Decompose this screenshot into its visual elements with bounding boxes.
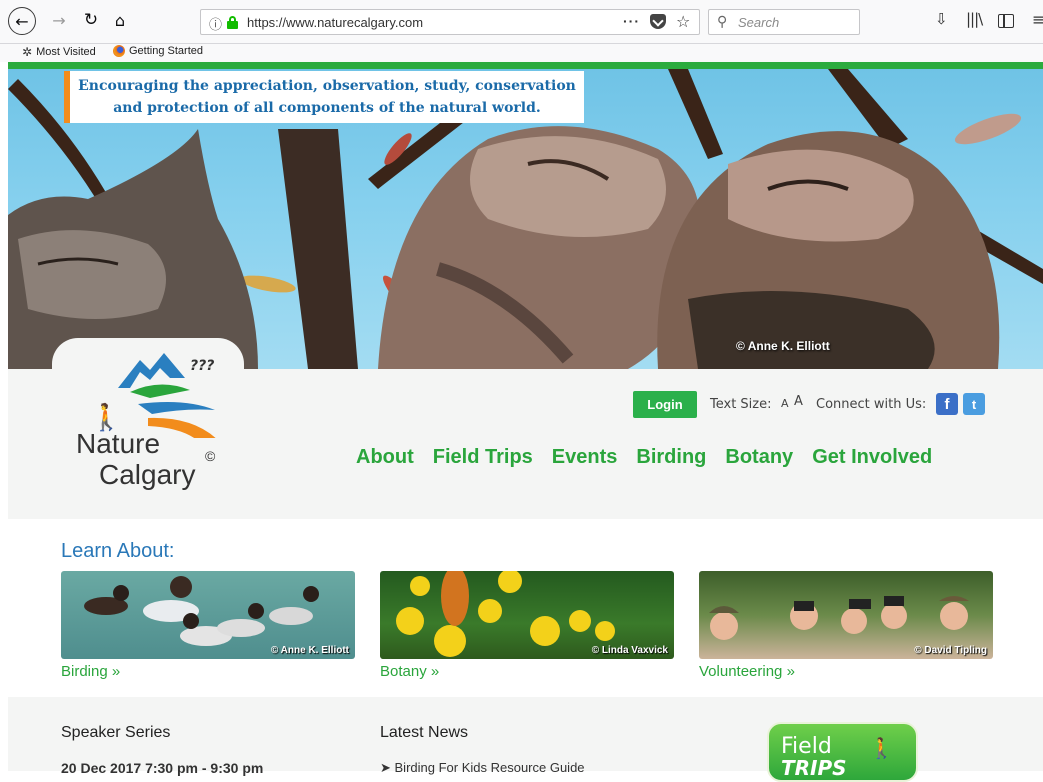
bookmark-star-icon[interactable]: ☆ xyxy=(676,12,690,31)
library-icon[interactable]: |||\ xyxy=(966,10,983,28)
botany-photo-credit: © Linda Vaxvick xyxy=(591,645,668,656)
downloads-icon[interactable]: ⇩ xyxy=(935,10,948,28)
page-left-edge xyxy=(0,62,8,771)
nav-events[interactable]: Events xyxy=(552,446,618,469)
home-icon: ⌂ xyxy=(114,10,126,30)
connect-label: Connect with Us: xyxy=(816,397,927,412)
back-arrow-icon: ← xyxy=(15,11,29,31)
nav-botany[interactable]: Botany xyxy=(725,446,793,469)
botany-thumbnail[interactable]: © Linda Vaxvick xyxy=(380,571,674,659)
bookmark-label: Most Visited xyxy=(36,46,96,58)
search-input[interactable]: ⚲ Search xyxy=(708,9,860,35)
browser-toolbar: ← → ↻ ⌂ ⓘ https://www.naturecalgary.com … xyxy=(0,0,1043,44)
site-tagline: Encouraging the appreciation, observatio… xyxy=(64,71,584,123)
nav-get-involved[interactable]: Get Involved xyxy=(812,446,932,469)
pocket-icon[interactable] xyxy=(650,14,666,29)
latest-news-title: Latest News xyxy=(380,724,469,741)
gear-icon: ✲ xyxy=(22,45,33,59)
url-bar[interactable]: ⓘ https://www.naturecalgary.com ··· ☆ xyxy=(200,9,700,35)
birding-thumbnail[interactable]: © Anne K. Elliott xyxy=(61,571,355,659)
news-item[interactable]: ➤ Birding For Kids Resource Guide xyxy=(380,760,585,776)
back-button[interactable]: ← xyxy=(8,7,36,35)
hero-image: Encouraging the appreciation, observatio… xyxy=(8,69,1043,369)
volunteering-link[interactable]: Volunteering » xyxy=(699,663,795,680)
tagline-line1: Encouraging the appreciation, observatio… xyxy=(78,78,576,94)
reload-icon: ↻ xyxy=(83,10,99,30)
hiker-icon: 🚶 xyxy=(869,736,894,760)
volunteering-photo-credit: © David Tipling xyxy=(914,645,987,656)
search-placeholder: Search xyxy=(738,15,780,30)
search-icon: ⚲ xyxy=(717,14,728,30)
top-accent-bar xyxy=(0,62,1043,69)
firefox-icon xyxy=(113,45,125,57)
nature-calgary-logo-icon[interactable]: ??? 🚶 xyxy=(90,348,240,438)
botany-link[interactable]: Botany » xyxy=(380,663,439,680)
learn-about-title: Learn About: xyxy=(61,540,175,562)
forward-button[interactable]: → xyxy=(48,9,70,31)
twitter-icon[interactable]: t xyxy=(963,393,985,415)
field-trips-badge[interactable]: Field TRIPS 🚶 xyxy=(767,722,918,782)
svg-text:???: ??? xyxy=(190,358,214,374)
nav-field-trips[interactable]: Field Trips xyxy=(433,446,533,469)
speaker-series-title: Speaker Series xyxy=(61,724,171,741)
home-button[interactable]: ⌂ xyxy=(109,9,131,31)
bookmarks-toolbar: ✲ Most Visited Getting Started xyxy=(0,44,1043,62)
forward-arrow-icon: → xyxy=(52,10,66,30)
menu-icon[interactable]: ≡ xyxy=(1032,10,1043,29)
site-info-icon[interactable]: ⓘ xyxy=(209,14,222,33)
volunteering-thumbnail[interactable]: © David Tipling xyxy=(699,571,993,659)
logo-text-nature: Nature xyxy=(76,428,161,459)
reload-button[interactable]: ↻ xyxy=(80,9,102,31)
hero-photo-credit: © Anne K. Elliott xyxy=(736,339,830,353)
bookmark-most-visited[interactable]: ✲ Most Visited xyxy=(22,45,96,59)
text-size-small-button[interactable]: A xyxy=(781,397,789,410)
nav-about[interactable]: About xyxy=(356,446,414,469)
nav-birding[interactable]: Birding xyxy=(636,446,706,469)
logo-copyright: © xyxy=(205,448,216,464)
field-trips-badge-line2: TRIPS xyxy=(781,756,847,780)
sidebar-icon[interactable] xyxy=(998,14,1014,28)
login-button[interactable]: Login xyxy=(633,391,697,418)
tagline-line2: and protection of all components of the … xyxy=(113,100,541,116)
text-size-large-button[interactable]: A xyxy=(794,394,803,409)
speaker-event-date[interactable]: 20 Dec 2017 7:30 pm - 9:30 pm xyxy=(61,760,263,776)
lock-icon[interactable] xyxy=(227,16,238,29)
facebook-icon[interactable]: f xyxy=(936,393,958,415)
page-actions-icon[interactable]: ··· xyxy=(623,13,640,29)
url-text[interactable]: https://www.naturecalgary.com xyxy=(247,15,423,30)
birding-link[interactable]: Birding » xyxy=(61,663,120,680)
birding-photo-credit: © Anne K. Elliott xyxy=(270,645,349,656)
bookmark-getting-started[interactable]: Getting Started xyxy=(113,45,203,57)
logo-text-calgary: Calgary xyxy=(99,459,196,490)
bookmark-label: Getting Started xyxy=(129,45,203,57)
text-size-label: Text Size: xyxy=(710,397,772,412)
main-nav: About Field Trips Events Birding Botany … xyxy=(356,446,951,469)
